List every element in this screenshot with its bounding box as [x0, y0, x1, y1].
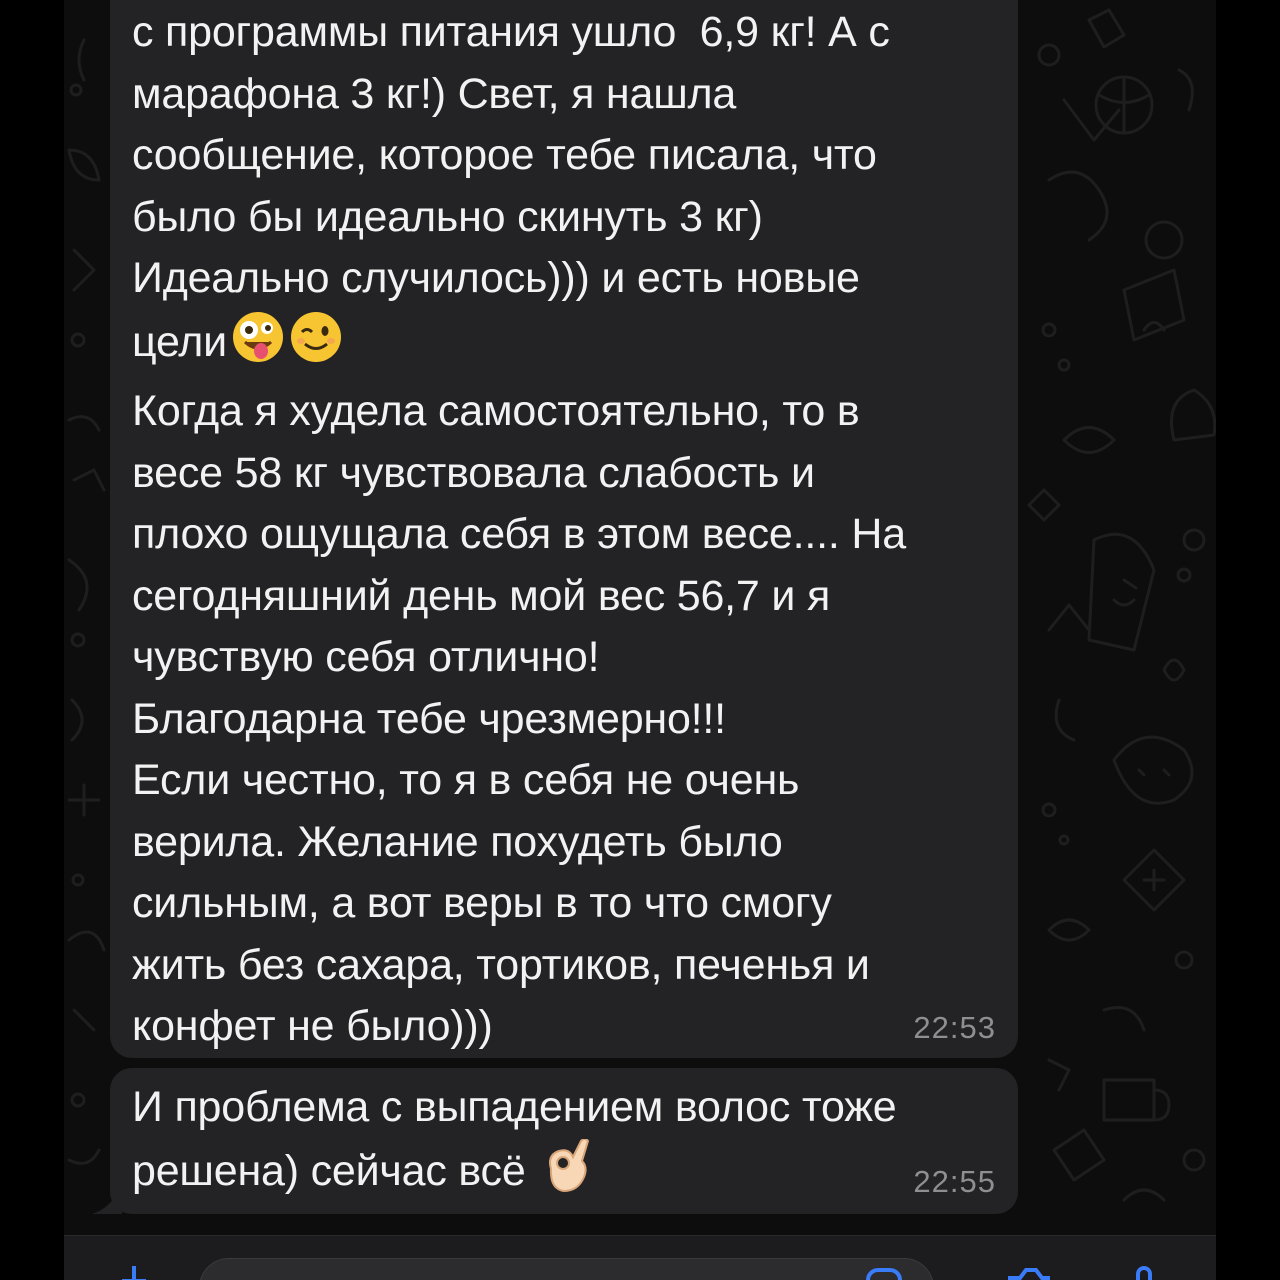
- ok-hand-emoji: [541, 1137, 591, 1211]
- message-text: с программы питания ушло 6,9 кг! А с мар…: [132, 0, 996, 1058]
- bubble-tail: [92, 1184, 122, 1214]
- winking-face-emoji: [289, 310, 343, 382]
- message-timestamp: 22:55: [913, 1164, 996, 1199]
- message-input-bar: [64, 1235, 1216, 1280]
- plus-icon[interactable]: [122, 1266, 146, 1280]
- message-bubble[interactable]: с программы питания ушло 6,9 кг! А с мар…: [110, 0, 1018, 1058]
- zany-face-emoji: [231, 310, 285, 382]
- chat-screen: с программы питания ушло 6,9 кг! А с мар…: [0, 0, 1280, 1280]
- microphone-icon[interactable]: [1124, 1266, 1164, 1280]
- camera-icon[interactable]: [1004, 1266, 1054, 1280]
- message-bubble[interactable]: И проблема с выпадением волос тоже решен…: [92, 1068, 1018, 1214]
- message-input[interactable]: [199, 1258, 934, 1280]
- message-text: И проблема с выпадением волос тоже решен…: [132, 1074, 996, 1210]
- message-timestamp: 22:53: [913, 1010, 996, 1045]
- sticker-icon[interactable]: [864, 1266, 904, 1280]
- chat-area[interactable]: с программы питания ушло 6,9 кг! А с мар…: [64, 0, 1216, 1235]
- message-text-part: И проблема с выпадением волос тоже решен…: [132, 1083, 897, 1195]
- message-text-part: Когда я худела самостоятельно, то в весе…: [132, 387, 906, 1050]
